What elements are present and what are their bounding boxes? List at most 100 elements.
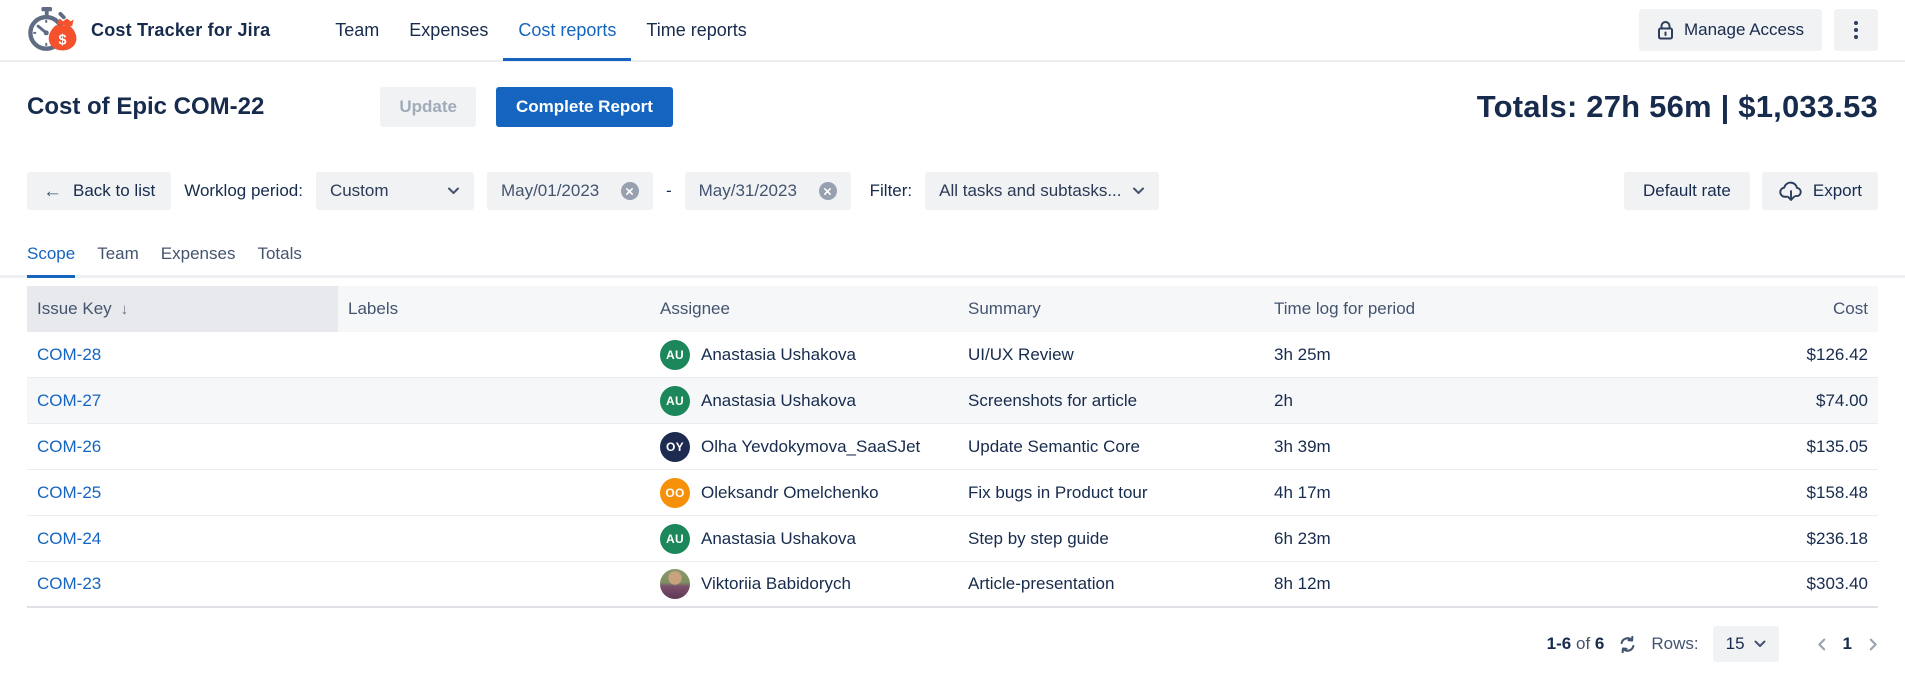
back-to-list-label: Back to list xyxy=(73,181,155,201)
refresh-icon[interactable] xyxy=(1618,635,1637,654)
manage-access-button[interactable]: Manage Access xyxy=(1639,9,1822,51)
cost-cell: $74.00 xyxy=(1540,391,1878,411)
summary-cell: Step by step guide xyxy=(958,529,1264,549)
nav-expenses[interactable]: Expenses xyxy=(394,0,503,61)
issue-key-link[interactable]: COM-27 xyxy=(37,391,101,411)
issue-key-link[interactable]: COM-23 xyxy=(37,574,101,594)
totals-summary: Totals: 27h 56m | $1,033.53 xyxy=(1477,89,1878,125)
issue-key-link[interactable]: COM-25 xyxy=(37,483,101,503)
nav-cost-reports[interactable]: Cost reports xyxy=(503,0,631,61)
pagination-range: 1-6 of 6 xyxy=(1547,634,1605,654)
summary-cell: UI/UX Review xyxy=(958,345,1264,365)
cost-cell: $126.42 xyxy=(1540,345,1878,365)
manage-access-label: Manage Access xyxy=(1684,20,1804,40)
date-from-input[interactable]: May/01/2023 xyxy=(487,172,653,210)
cost-cell: $303.40 xyxy=(1540,574,1878,594)
issue-key-link[interactable]: COM-28 xyxy=(37,345,101,365)
app-header: $ Cost Tracker for Jira Team Expenses Co… xyxy=(0,0,1905,62)
export-button[interactable]: Export xyxy=(1762,172,1878,210)
back-arrow-icon: ← xyxy=(43,182,62,201)
issue-key-link[interactable]: COM-26 xyxy=(37,437,101,457)
column-header-labels[interactable]: Labels xyxy=(338,286,650,332)
assignee-name: Olha Yevdokymova_SaaSJet xyxy=(701,437,920,457)
rows-per-page-select[interactable]: 15 xyxy=(1713,626,1779,662)
tab-expenses[interactable]: Expenses xyxy=(161,244,236,278)
assignee-cell: Viktoriia Babidorych xyxy=(650,569,958,599)
assignee-cell: AU Anastasia Ushakova xyxy=(650,386,958,416)
assignee-name: Anastasia Ushakova xyxy=(701,529,856,549)
time-log-cell: 8h 12m xyxy=(1264,574,1540,594)
column-header-assignee[interactable]: Assignee xyxy=(650,286,958,332)
cost-tracker-logo-icon: $ xyxy=(27,6,77,54)
assignee-name: Anastasia Ushakova xyxy=(701,391,856,411)
rows-label: Rows: xyxy=(1651,634,1698,654)
cost-cell: $236.18 xyxy=(1540,529,1878,549)
time-log-cell: 4h 17m xyxy=(1264,483,1540,503)
assignee-cell: AU Anastasia Ushakova xyxy=(650,340,958,370)
svg-text:$: $ xyxy=(59,32,67,48)
column-header-issue-key[interactable]: Issue Key ↓ xyxy=(27,286,338,332)
column-header-cost[interactable]: Cost xyxy=(1540,286,1878,332)
previous-page-icon[interactable] xyxy=(1817,638,1826,651)
avatar: OY xyxy=(660,432,690,462)
sort-descending-icon: ↓ xyxy=(121,301,129,318)
filter-label: Filter: xyxy=(870,181,913,201)
complete-report-button[interactable]: Complete Report xyxy=(496,87,673,127)
issue-key-cell: COM-24 xyxy=(27,529,338,549)
column-header-summary[interactable]: Summary xyxy=(958,286,1264,332)
back-to-list-button[interactable]: ← Back to list xyxy=(27,172,171,210)
issue-key-cell: COM-27 xyxy=(27,391,338,411)
kebab-icon xyxy=(1854,21,1858,39)
time-log-cell: 2h xyxy=(1264,391,1540,411)
update-button[interactable]: Update xyxy=(380,87,476,127)
date-from-value: May/01/2023 xyxy=(501,181,599,201)
table-row[interactable]: COM-25 OO Oleksandr Omelchenko Fix bugs … xyxy=(27,470,1878,516)
avatar: AU xyxy=(660,386,690,416)
clear-date-from-icon[interactable] xyxy=(621,182,639,200)
scope-table: Issue Key ↓ Labels Assignee Summary Time… xyxy=(27,286,1878,608)
avatar: AU xyxy=(660,524,690,554)
next-page-icon[interactable] xyxy=(1869,638,1878,651)
assignee-cell: OY Olha Yevdokymova_SaaSJet xyxy=(650,432,958,462)
assignee-name: Oleksandr Omelchenko xyxy=(701,483,879,503)
main-nav: Team Expenses Cost reports Time reports xyxy=(320,0,761,61)
date-to-input[interactable]: May/31/2023 xyxy=(685,172,851,210)
cost-cell: $135.05 xyxy=(1540,437,1878,457)
table-row[interactable]: COM-28 AU Anastasia Ushakova UI/UX Revie… xyxy=(27,332,1878,378)
chevron-down-icon xyxy=(1132,187,1145,195)
page-number[interactable]: 1 xyxy=(1843,634,1852,654)
assignee-cell: AU Anastasia Ushakova xyxy=(650,524,958,554)
tab-scope[interactable]: Scope xyxy=(27,244,75,278)
nav-time-reports[interactable]: Time reports xyxy=(631,0,761,61)
tab-team[interactable]: Team xyxy=(97,244,139,278)
column-header-time-log[interactable]: Time log for period xyxy=(1264,286,1540,332)
filter-bar: ← Back to list Worklog period: Custom Ma… xyxy=(0,172,1905,210)
issue-key-link[interactable]: COM-24 xyxy=(37,529,101,549)
date-to-value: May/31/2023 xyxy=(699,181,797,201)
clear-date-to-icon[interactable] xyxy=(819,182,837,200)
default-rate-button[interactable]: Default rate xyxy=(1624,172,1750,210)
issue-key-cell: COM-23 xyxy=(27,574,338,594)
period-select[interactable]: Custom xyxy=(316,172,474,210)
nav-team[interactable]: Team xyxy=(320,0,394,61)
table-row[interactable]: COM-24 AU Anastasia Ushakova Step by ste… xyxy=(27,516,1878,562)
table-row[interactable]: COM-26 OY Olha Yevdokymova_SaaSJet Updat… xyxy=(27,424,1878,470)
period-select-value: Custom xyxy=(330,181,389,201)
more-options-button[interactable] xyxy=(1834,9,1878,51)
summary-cell: Screenshots for article xyxy=(958,391,1264,411)
header-actions: Manage Access xyxy=(1639,9,1878,51)
avatar-photo xyxy=(660,569,690,599)
date-range-separator: - xyxy=(666,181,672,201)
tasks-filter-select[interactable]: All tasks and subtasks... xyxy=(925,172,1158,210)
tab-totals[interactable]: Totals xyxy=(257,244,301,278)
page-title: Cost of Epic COM-22 xyxy=(27,93,264,121)
app-title: Cost Tracker for Jira xyxy=(91,20,270,41)
export-label: Export xyxy=(1813,181,1862,201)
pagination-range-value: 1-6 xyxy=(1547,634,1572,653)
time-log-cell: 6h 23m xyxy=(1264,529,1540,549)
issue-key-cell: COM-25 xyxy=(27,483,338,503)
table-row[interactable]: COM-23 Viktoriia Babidorych Article-pres… xyxy=(27,562,1878,608)
pagination-total: 6 xyxy=(1595,634,1604,653)
table-row[interactable]: COM-27 AU Anastasia Ushakova Screenshots… xyxy=(27,378,1878,424)
summary-cell: Article-presentation xyxy=(958,574,1264,594)
